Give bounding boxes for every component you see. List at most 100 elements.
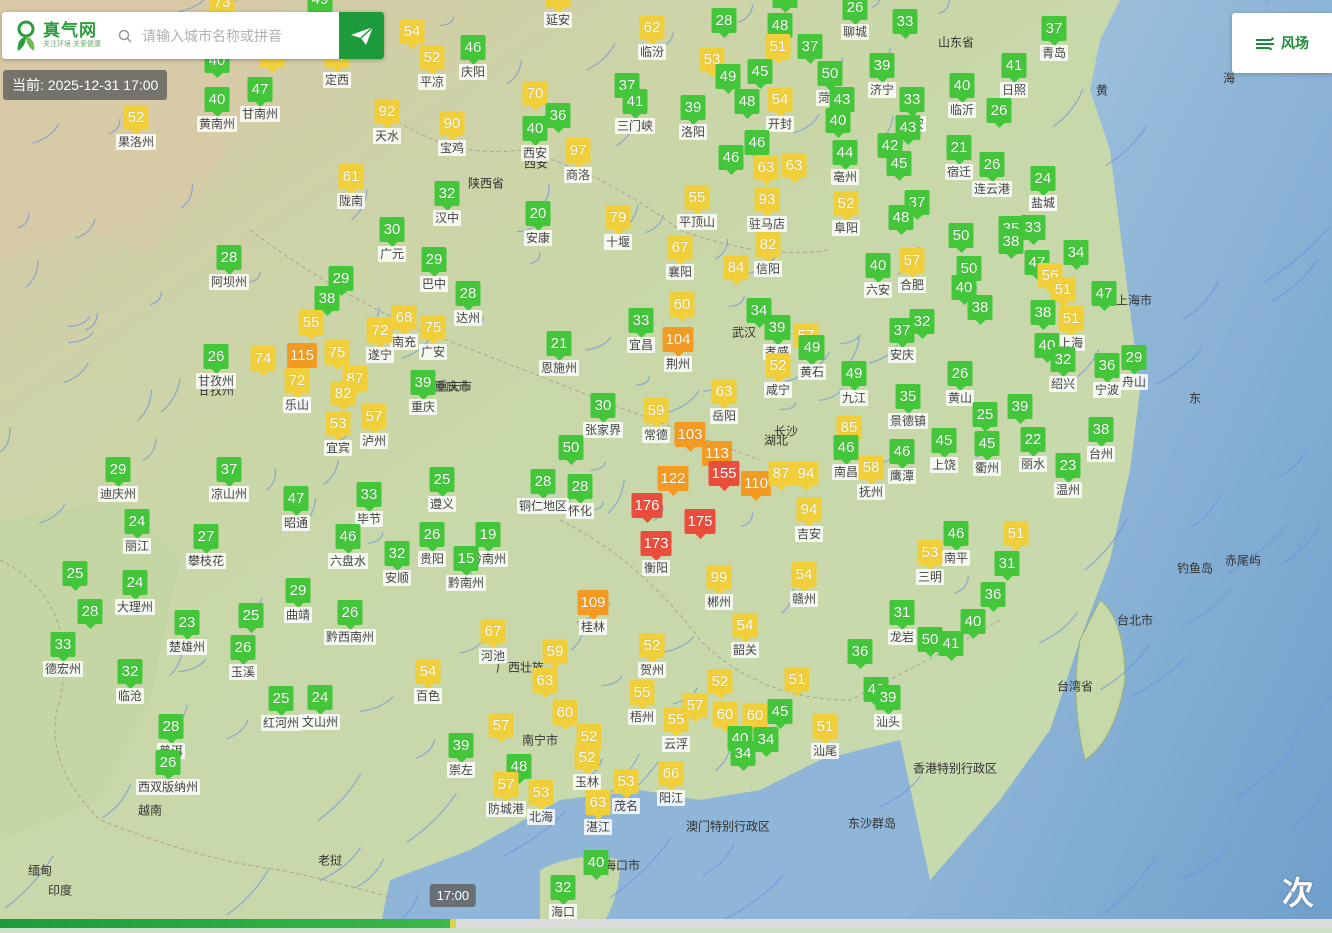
aqi-marker[interactable]: 82 bbox=[330, 381, 356, 411]
aqi-marker[interactable]: 23 bbox=[174, 610, 200, 640]
aqi-marker[interactable]: 52 bbox=[639, 633, 665, 663]
aqi-marker[interactable]: 46 bbox=[889, 439, 915, 469]
aqi-marker[interactable]: 24 bbox=[122, 570, 148, 600]
aqi-marker[interactable]: 55 bbox=[684, 185, 710, 215]
aqi-marker[interactable]: 26 bbox=[155, 750, 181, 780]
aqi-marker[interactable]: 46 bbox=[335, 524, 361, 554]
aqi-marker[interactable]: 68 bbox=[391, 305, 417, 335]
aqi-marker[interactable]: 47 bbox=[247, 77, 273, 107]
aqi-marker[interactable]: 39 bbox=[875, 685, 901, 715]
aqi-marker[interactable]: 36 bbox=[980, 582, 1006, 612]
aqi-marker[interactable]: 40 bbox=[960, 609, 986, 639]
aqi-marker[interactable]: 34 bbox=[1063, 240, 1089, 270]
aqi-marker[interactable]: 40 bbox=[825, 108, 851, 138]
aqi-marker[interactable]: 45 bbox=[886, 151, 912, 181]
aqi-marker[interactable]: 82 bbox=[755, 232, 781, 262]
aqi-marker[interactable]: 57 bbox=[493, 772, 519, 802]
aqi-marker[interactable]: 122 bbox=[657, 466, 689, 496]
aqi-marker[interactable]: 24 bbox=[1030, 166, 1056, 196]
aqi-marker[interactable]: 49 bbox=[715, 64, 741, 94]
aqi-marker[interactable]: 53 bbox=[545, 0, 571, 13]
aqi-marker[interactable]: 37 bbox=[1041, 16, 1067, 46]
aqi-marker[interactable]: 29 bbox=[421, 247, 447, 277]
aqi-marker[interactable]: 60 bbox=[712, 702, 738, 732]
aqi-marker[interactable]: 48 bbox=[888, 205, 914, 235]
aqi-marker[interactable]: 32 bbox=[384, 541, 410, 571]
aqi-marker[interactable]: 63 bbox=[781, 153, 807, 183]
aqi-marker[interactable]: 36 bbox=[545, 103, 571, 133]
aqi-marker[interactable]: 66 bbox=[658, 761, 684, 791]
aqi-marker[interactable]: 33 bbox=[899, 87, 925, 117]
aqi-marker[interactable]: 52 bbox=[765, 353, 791, 383]
aqi-marker[interactable]: 175 bbox=[684, 509, 716, 539]
aqi-marker[interactable]: 34 bbox=[753, 727, 779, 757]
aqi-marker[interactable]: 52 bbox=[833, 191, 859, 221]
aqi-marker[interactable]: 39 bbox=[410, 370, 436, 400]
aqi-marker[interactable]: 25 bbox=[62, 561, 88, 591]
aqi-marker[interactable]: 75 bbox=[420, 315, 446, 345]
aqi-marker[interactable]: 67 bbox=[480, 619, 506, 649]
aqi-marker[interactable]: 21 bbox=[546, 331, 572, 361]
aqi-marker[interactable]: 26 bbox=[230, 635, 256, 665]
aqi-marker[interactable]: 50 bbox=[948, 223, 974, 253]
aqi-marker[interactable]: 36 bbox=[1094, 353, 1120, 383]
aqi-marker[interactable]: 84 bbox=[723, 255, 749, 285]
aqi-marker[interactable]: 40 bbox=[865, 253, 891, 283]
timeline-handle[interactable] bbox=[449, 919, 456, 928]
aqi-marker[interactable]: 57 bbox=[488, 713, 514, 743]
aqi-marker[interactable]: 46 bbox=[943, 521, 969, 551]
aqi-marker[interactable]: 51 bbox=[1003, 521, 1029, 551]
aqi-marker[interactable]: 28 bbox=[711, 8, 737, 38]
aqi-marker[interactable]: 36 bbox=[847, 639, 873, 669]
aqi-marker[interactable]: 34 bbox=[730, 741, 756, 771]
aqi-marker[interactable]: 37 bbox=[797, 34, 823, 64]
aqi-marker[interactable]: 115 bbox=[287, 343, 317, 373]
aqi-marker[interactable]: 94 bbox=[793, 461, 819, 491]
aqi-marker[interactable]: 39 bbox=[764, 315, 790, 345]
aqi-marker[interactable]: 52 bbox=[123, 105, 149, 135]
aqi-marker[interactable]: 39 bbox=[680, 95, 706, 125]
aqi-marker[interactable]: 28 bbox=[77, 599, 103, 629]
aqi-marker[interactable]: 59 bbox=[643, 398, 669, 428]
aqi-marker[interactable]: 92 bbox=[374, 99, 400, 129]
aqi-marker[interactable]: 51 bbox=[1050, 277, 1076, 307]
aqi-marker[interactable]: 60 bbox=[669, 292, 695, 322]
aqi-marker[interactable]: 26 bbox=[337, 600, 363, 630]
aqi-marker[interactable]: 33 bbox=[356, 482, 382, 512]
aqi-marker[interactable]: 63 bbox=[532, 668, 558, 698]
aqi-marker[interactable]: 47 bbox=[1091, 281, 1117, 311]
aqi-marker[interactable]: 38 bbox=[998, 229, 1024, 259]
aqi-marker[interactable]: 51 bbox=[765, 34, 791, 64]
aqi-marker[interactable]: 46 bbox=[460, 35, 486, 65]
aqi-marker[interactable]: 53 bbox=[528, 780, 554, 810]
aqi-marker[interactable]: 49 bbox=[307, 0, 333, 17]
aqi-marker[interactable]: 32 bbox=[1050, 347, 1076, 377]
aqi-marker[interactable]: 28 bbox=[455, 281, 481, 311]
aqi-marker[interactable]: 40 bbox=[949, 73, 975, 103]
aqi-marker[interactable]: 53 bbox=[917, 540, 943, 570]
aqi-marker[interactable]: 49 bbox=[841, 361, 867, 391]
aqi-marker[interactable]: 103 bbox=[674, 422, 706, 452]
aqi-marker[interactable]: 25 bbox=[268, 686, 294, 716]
aqi-marker[interactable]: 33 bbox=[892, 9, 918, 39]
aqi-marker[interactable]: 30 bbox=[379, 217, 405, 247]
aqi-marker[interactable]: 38 bbox=[1030, 300, 1056, 330]
aqi-marker[interactable]: 70 bbox=[522, 81, 548, 111]
aqi-marker[interactable]: 32 bbox=[909, 309, 935, 339]
aqi-marker[interactable]: 43 bbox=[895, 115, 921, 145]
aqi-marker[interactable]: 33 bbox=[628, 308, 654, 338]
search-submit-button[interactable] bbox=[339, 12, 384, 59]
wind-field-button[interactable]: 风场 bbox=[1232, 13, 1332, 73]
aqi-marker[interactable]: 26 bbox=[419, 522, 445, 552]
aqi-marker[interactable]: 72 bbox=[367, 318, 393, 348]
aqi-marker[interactable]: 26 bbox=[947, 361, 973, 391]
aqi-marker[interactable]: 30 bbox=[590, 393, 616, 423]
aqi-marker[interactable]: 40 bbox=[522, 116, 548, 146]
aqi-marker[interactable]: 176 bbox=[631, 493, 663, 523]
aqi-marker[interactable]: 93 bbox=[754, 187, 780, 217]
aqi-marker[interactable]: 29 bbox=[285, 578, 311, 608]
aqi-marker[interactable]: 60 bbox=[552, 700, 578, 730]
aqi-marker[interactable]: 32 bbox=[550, 875, 576, 905]
aqi-marker[interactable]: 20 bbox=[525, 201, 551, 231]
aqi-marker[interactable]: 54 bbox=[415, 659, 441, 689]
